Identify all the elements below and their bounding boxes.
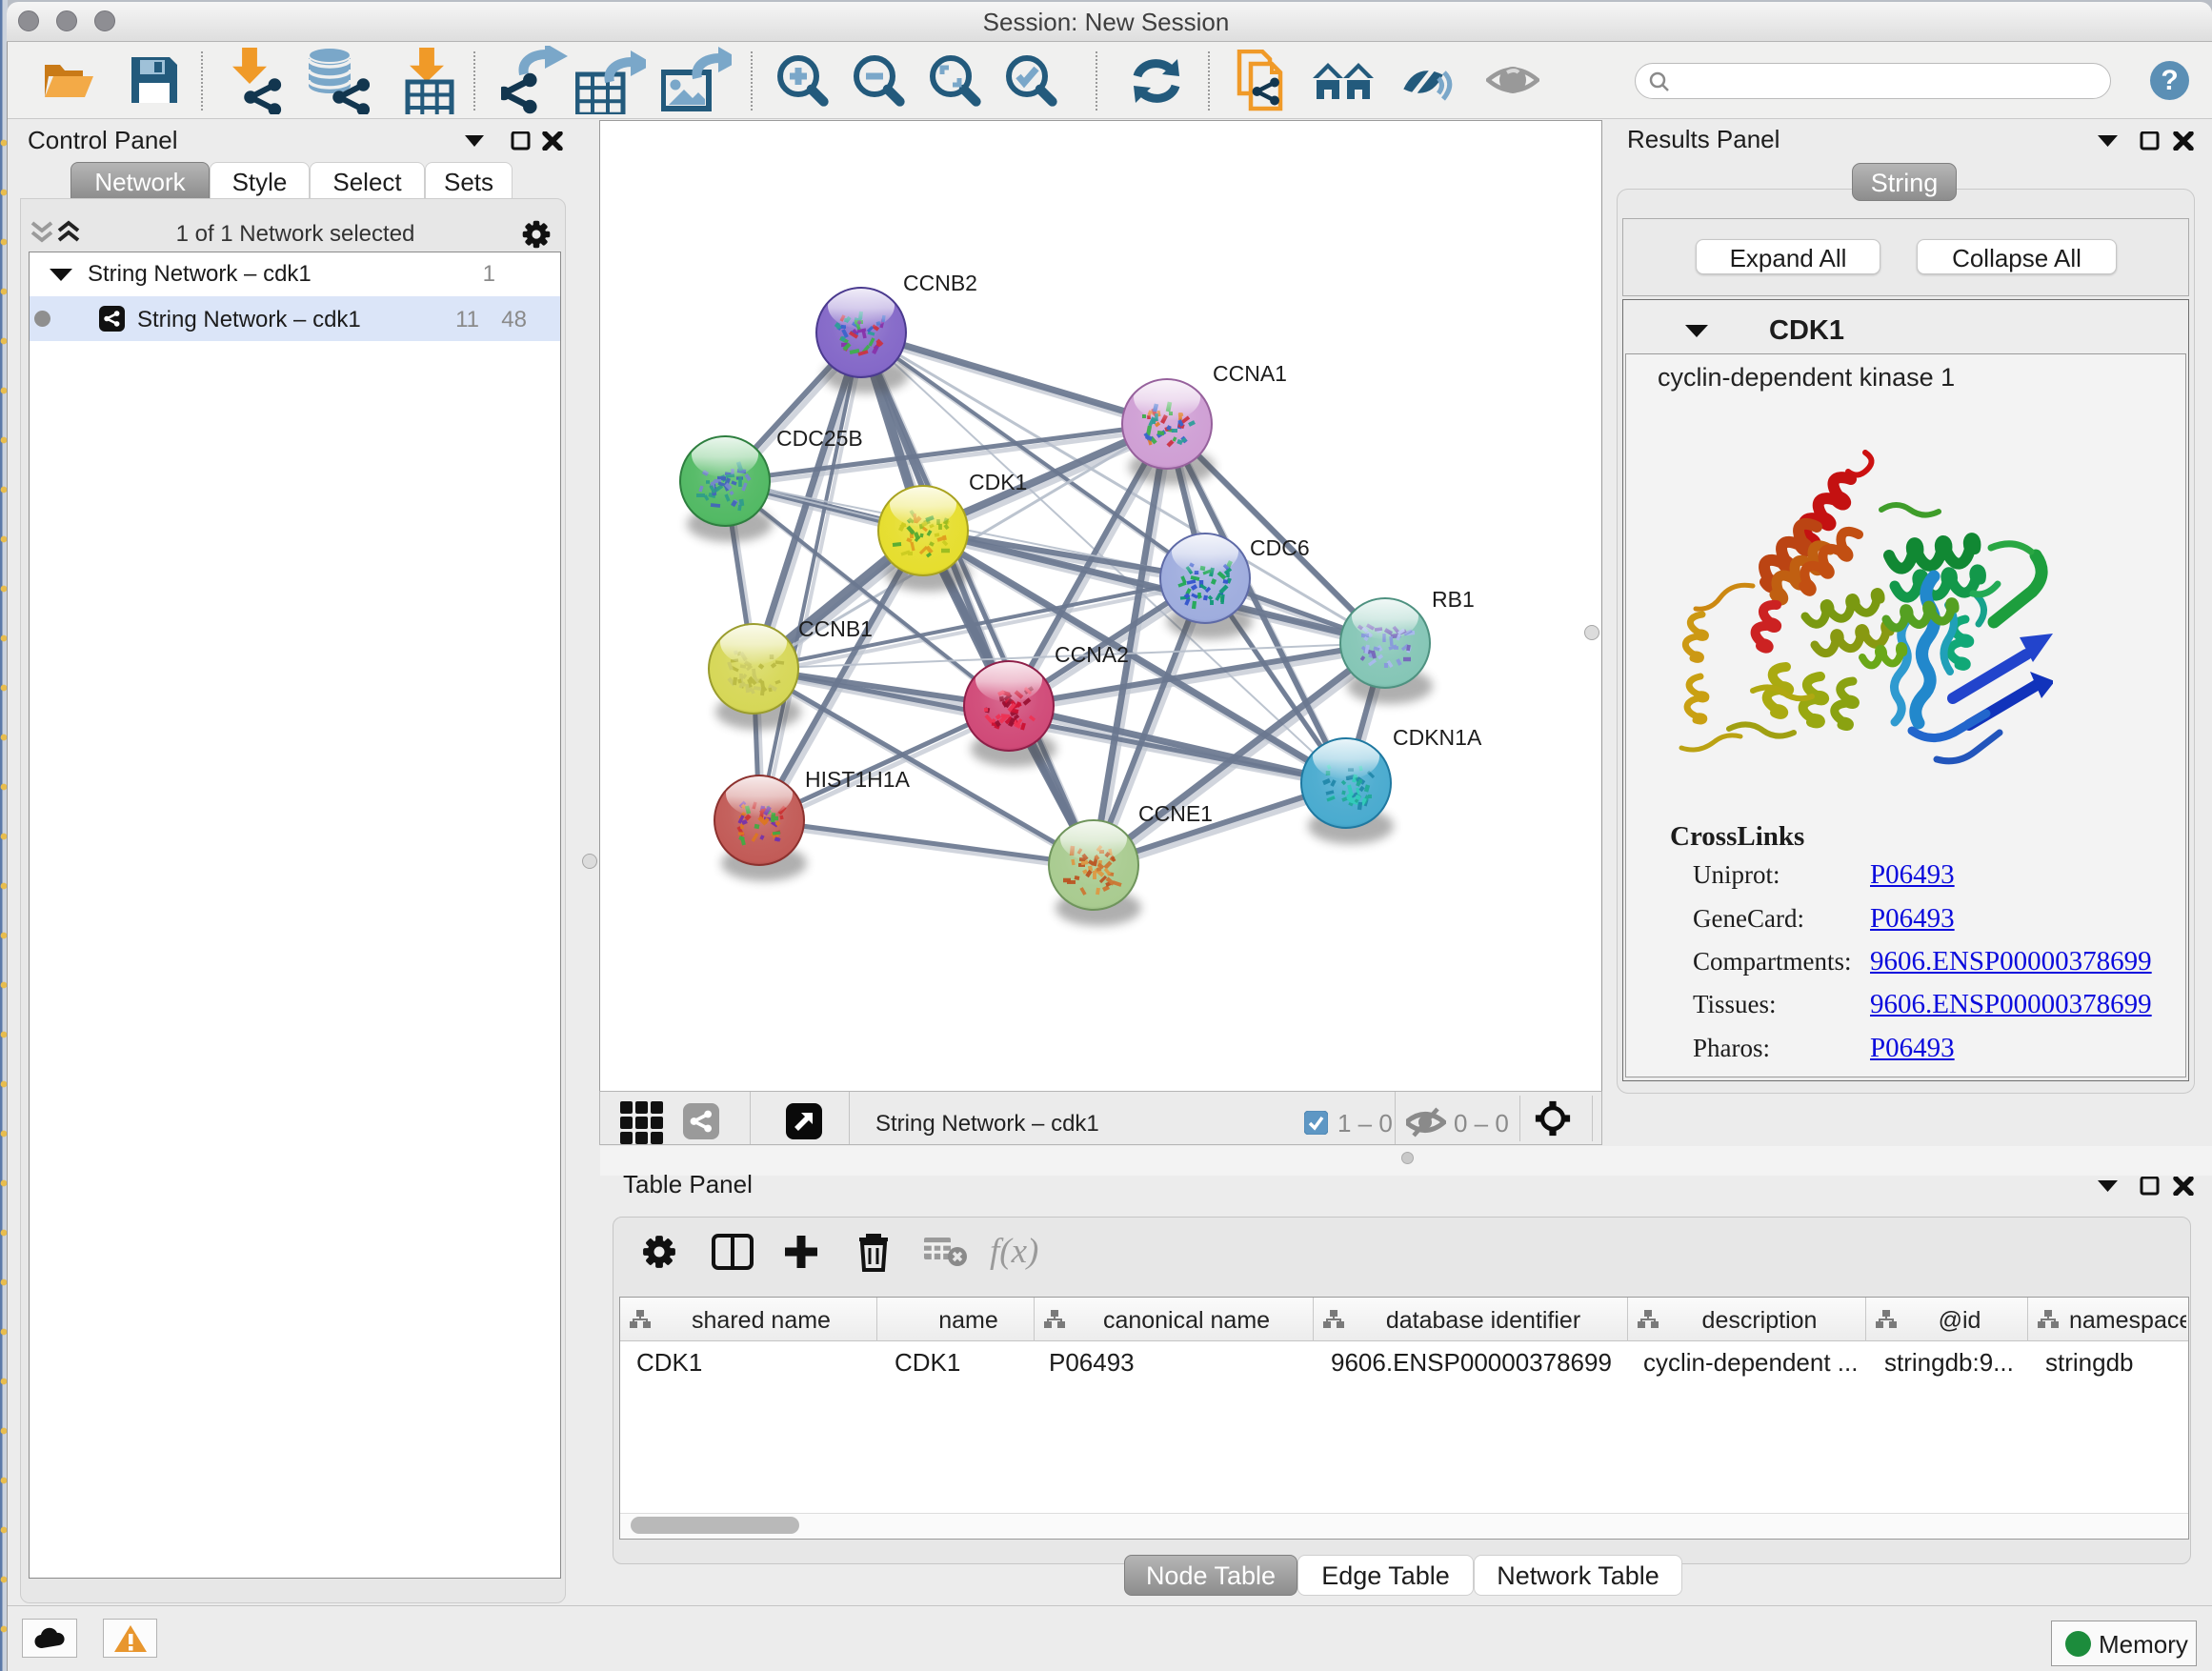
svg-text:CDKN1A: CDKN1A: [1393, 725, 1482, 750]
svg-text:CDC6: CDC6: [1250, 535, 1310, 560]
svg-text:CDK1: CDK1: [969, 470, 1027, 494]
svg-text:RB1: RB1: [1432, 587, 1475, 612]
svg-text:CDC25B: CDC25B: [776, 426, 863, 451]
svg-text:CCNB2: CCNB2: [903, 271, 977, 295]
svg-text:CCNA1: CCNA1: [1213, 361, 1287, 386]
svg-text:CCNA2: CCNA2: [1055, 642, 1129, 667]
svg-text:HIST1H1A: HIST1H1A: [805, 767, 911, 792]
svg-text:CCNB1: CCNB1: [798, 616, 873, 641]
svg-text:CCNE1: CCNE1: [1138, 801, 1213, 826]
